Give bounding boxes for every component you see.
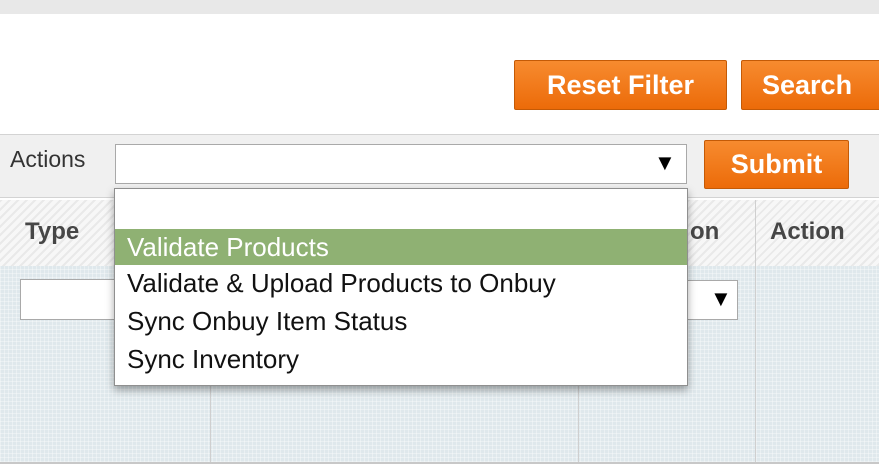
column-header-action[interactable]: Action: [770, 218, 845, 246]
dropdown-option-sync-inventory[interactable]: Sync Inventory: [115, 341, 687, 377]
actions-dropdown-list: Validate Products Validate & Upload Prod…: [114, 188, 688, 386]
reset-filter-button[interactable]: Reset Filter: [514, 60, 727, 110]
submit-button[interactable]: Submit: [704, 140, 849, 189]
dropdown-arrow-icon[interactable]: ▼: [654, 150, 676, 176]
column-divider: [755, 266, 756, 462]
top-bar: [0, 0, 879, 14]
search-label: Search: [762, 69, 853, 100]
dropdown-arrow-icon[interactable]: ▼: [710, 286, 732, 312]
search-button[interactable]: Search: [741, 60, 879, 110]
column-header-type[interactable]: Type: [25, 218, 79, 246]
submit-label: Submit: [730, 149, 823, 179]
actions-label: Actions: [10, 146, 86, 172]
grid-bottom-border: [0, 462, 879, 464]
dropdown-option-empty[interactable]: [115, 191, 687, 227]
dropdown-option-sync-item-status[interactable]: Sync Onbuy Item Status: [115, 303, 687, 339]
column-header-action-partial[interactable]: on: [690, 218, 719, 246]
actions-select[interactable]: [115, 144, 687, 184]
reset-filter-label: Reset Filter: [546, 69, 695, 100]
dropdown-option-validate-products[interactable]: Validate Products: [115, 229, 687, 265]
dropdown-option-validate-upload[interactable]: Validate & Upload Products to Onbuy: [115, 265, 687, 301]
